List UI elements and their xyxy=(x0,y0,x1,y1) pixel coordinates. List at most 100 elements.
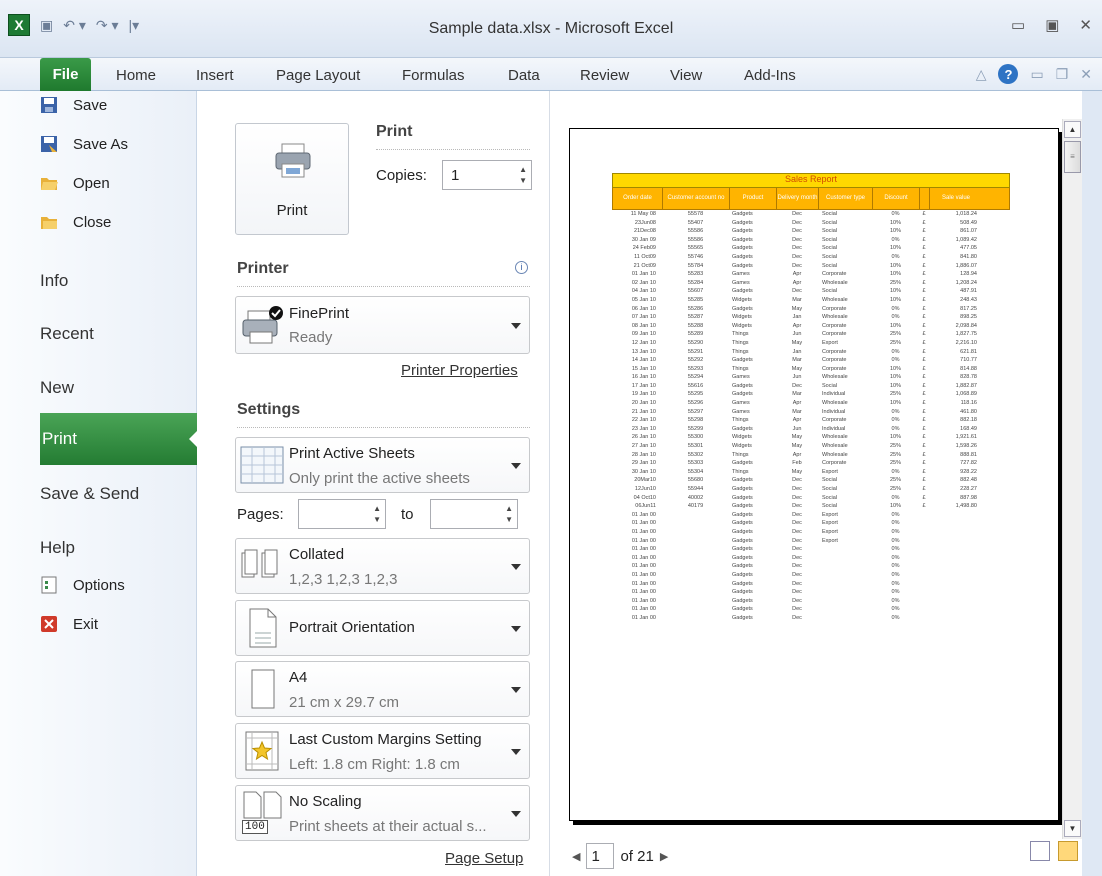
report-cell: 0% xyxy=(891,348,900,355)
report-cell xyxy=(662,571,729,580)
report-cell xyxy=(818,571,872,580)
pages-to-input[interactable]: ▲ ▼ xyxy=(430,499,518,529)
help-icon[interactable]: ? xyxy=(998,64,1019,84)
report-cell: Dec xyxy=(792,253,802,260)
report-cell: 11 May 08 xyxy=(630,211,656,217)
report-cell: £ xyxy=(922,288,926,295)
options-icon xyxy=(41,576,57,594)
collation-dropdown[interactable]: Collated 1,2,3 1,2,3 1,2,3 xyxy=(235,538,530,594)
scroll-down-icon[interactable]: ▼ xyxy=(1064,820,1081,837)
print-button[interactable]: Print xyxy=(235,123,349,235)
page-setup-link[interactable]: Page Setup xyxy=(445,850,523,867)
report-cell: Mar xyxy=(792,408,802,415)
report-cell: £ xyxy=(922,451,926,458)
ribbon-right-controls: △ ? ▭ ❐ ✕ xyxy=(976,64,1092,84)
report-cell: Things xyxy=(732,331,749,338)
report-cell xyxy=(929,554,981,563)
report-cell: 25% xyxy=(889,339,901,346)
report-cell: 23Jun08 xyxy=(634,219,656,226)
report-cell: Gadgets xyxy=(732,391,753,398)
report-cell: Gadgets xyxy=(732,425,753,432)
nav-print[interactable]: Print xyxy=(40,413,200,465)
nav-recent[interactable]: Recent xyxy=(40,324,94,344)
tab-add-ins[interactable]: Add-Ins xyxy=(744,62,796,89)
tab-data[interactable]: Data xyxy=(508,62,540,89)
report-cell: 01 Jan 00 xyxy=(631,614,656,621)
report-cell: 55297 xyxy=(687,408,704,415)
pages-from-spinner-icon[interactable]: ▲ ▼ xyxy=(373,503,381,525)
report-cell: Individual xyxy=(822,391,846,398)
report-cell: 01 Jan 00 xyxy=(631,563,656,570)
printer-properties-link[interactable]: Printer Properties xyxy=(401,362,518,379)
tab-file[interactable]: File xyxy=(40,58,91,91)
report-cell: 55407 xyxy=(687,219,704,226)
report-row: 01 Jan 00 Gadgets Dec 0% xyxy=(612,614,1010,623)
workbook-close-icon[interactable]: ✕ xyxy=(1080,66,1092,83)
tab-view[interactable]: View xyxy=(670,62,702,89)
scaling-dropdown[interactable]: 100 No Scaling Print sheets at their act… xyxy=(235,785,530,841)
report-cell: 0% xyxy=(891,571,900,578)
workbook-minimize-icon[interactable]: ▭ xyxy=(1030,66,1043,83)
printer-dropdown[interactable]: FinePrint Ready xyxy=(235,296,530,354)
pages-label: Pages: xyxy=(237,506,284,523)
report-cell: 01 Jan 00 xyxy=(631,511,656,518)
copies-input[interactable]: 1 ▲ ▼ xyxy=(442,160,532,190)
tab-page-layout[interactable]: Page Layout xyxy=(276,62,360,89)
nav-info[interactable]: Info xyxy=(40,271,68,291)
report-cell: 0% xyxy=(891,305,900,312)
minimize-ribbon-icon[interactable]: △ xyxy=(976,66,987,83)
report-row: 01 Jan 00 Gadgets Dec 0% xyxy=(612,554,1010,563)
tab-insert[interactable]: Insert xyxy=(196,62,234,89)
report-cell: 10% xyxy=(889,374,901,381)
margins-dropdown[interactable]: Last Custom Margins Setting Left: 1.8 cm… xyxy=(235,723,530,779)
nav-save-send[interactable]: Save & Send xyxy=(40,484,139,504)
paper-size-dropdown[interactable]: A4 21 cm x 29.7 cm xyxy=(235,661,530,717)
report-cell: 1,018.24 xyxy=(955,211,977,217)
tab-home[interactable]: Home xyxy=(116,62,156,89)
report-cell: Dec xyxy=(792,597,802,604)
report-cell: Wholesale xyxy=(822,314,848,321)
report-row: 01 Jan 00 Gadgets Dec Export 0% xyxy=(612,519,1010,528)
report-header-cell: Order date xyxy=(613,188,663,209)
report-cell: Gadgets xyxy=(732,262,753,269)
minimize-icon[interactable]: ▭ xyxy=(1011,16,1025,34)
tab-formulas[interactable]: Formulas xyxy=(402,62,465,89)
page-number-input[interactable]: 1 xyxy=(586,843,615,869)
info-icon[interactable]: i xyxy=(515,261,528,274)
scaling-pages-icon xyxy=(243,791,282,819)
pages-from-input[interactable]: ▲ ▼ xyxy=(298,499,386,529)
previous-page-icon[interactable]: ◀ xyxy=(572,850,580,863)
workbook-restore-icon[interactable]: ❐ xyxy=(1056,66,1069,83)
show-margins-icon[interactable] xyxy=(1030,841,1050,861)
report-cell: 10% xyxy=(889,503,901,510)
report-cell: Corporate xyxy=(822,365,847,372)
zoom-to-page-icon[interactable] xyxy=(1058,841,1078,861)
report-cell: 55680 xyxy=(687,477,704,484)
report-cell: 0% xyxy=(891,580,900,587)
scroll-up-icon[interactable]: ▲ xyxy=(1064,121,1081,138)
scroll-thumb[interactable]: ≡ xyxy=(1064,141,1081,173)
report-cell: 887.98 xyxy=(960,494,977,501)
tab-review[interactable]: Review xyxy=(580,62,629,89)
report-cell xyxy=(818,554,872,563)
report-cell: £ xyxy=(922,245,926,252)
next-page-icon[interactable]: ▶ xyxy=(660,850,668,863)
report-cell: Gadgets xyxy=(732,563,753,570)
nav-new[interactable]: New xyxy=(40,378,74,398)
pages-to-spinner-icon[interactable]: ▲ ▼ xyxy=(505,503,513,525)
report-cell: Dec xyxy=(792,288,802,295)
printer-name: FinePrint xyxy=(289,305,350,322)
orientation-dropdown[interactable]: Portrait Orientation xyxy=(235,600,530,656)
report-cell: 55293 xyxy=(687,365,704,372)
copies-spinner-icon[interactable]: ▲ ▼ xyxy=(519,164,527,186)
close-icon[interactable]: ✕ xyxy=(1079,16,1092,34)
nav-help[interactable]: Help xyxy=(40,538,75,558)
report-cell xyxy=(929,571,981,580)
report-cell: 25% xyxy=(889,279,901,286)
report-cell: 25% xyxy=(889,391,901,398)
report-cell: Wholesale xyxy=(822,451,848,458)
vertical-scrollbar[interactable]: ▲ ≡ ▼ xyxy=(1062,119,1082,839)
maximize-icon[interactable]: ▣ xyxy=(1045,16,1059,34)
print-what-dropdown[interactable]: Print Active Sheets Only print the activ… xyxy=(235,437,530,493)
report-cell: 01 Jan 00 xyxy=(631,606,656,613)
